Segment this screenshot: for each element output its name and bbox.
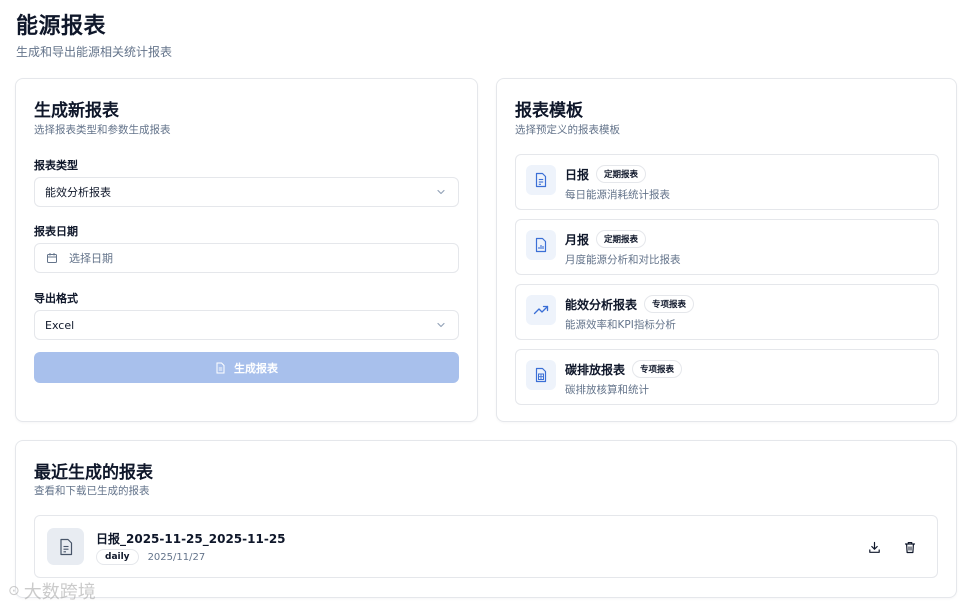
export-format-label: 导出格式: [34, 292, 78, 305]
report-type-label: 报表类型: [34, 159, 78, 172]
templates-card-description: 选择预定义的报表模板: [515, 124, 620, 136]
file-chart-icon: [526, 230, 556, 260]
report-frequency-badge: daily: [96, 549, 139, 565]
file-text-icon: [526, 165, 556, 195]
file-icon: [215, 362, 226, 374]
page-title: 能源报表: [16, 14, 107, 39]
generate-report-button[interactable]: 生成报表: [34, 352, 459, 383]
generate-report-button-label: 生成报表: [234, 362, 278, 375]
template-badge: 定期报表: [596, 165, 647, 183]
template-name: 能效分析报表: [565, 297, 638, 312]
template-name: 日报: [565, 167, 590, 182]
generate-report-card: 生成新报表 选择报表类型和参数生成报表 报表类型 能效分析报表 报表日期 选择日…: [15, 78, 478, 422]
template-badge: 专项报表: [632, 360, 683, 378]
recent-reports-card: 最近生成的报表 查看和下载已生成的报表 日报_2025-11-25_2025-1…: [15, 440, 957, 598]
recent-report-name: 日报_2025-11-25_2025-11-25: [96, 532, 286, 546]
recent-card-description: 查看和下载已生成的报表: [34, 485, 150, 497]
chevron-down-icon: [434, 318, 448, 332]
download-icon[interactable]: [865, 538, 883, 556]
watermark-logo-icon: ⊙: [8, 583, 20, 599]
template-item-efficiency[interactable]: 能效分析报表 专项报表 能源效率和KPI指标分析: [515, 284, 939, 340]
export-format-value: Excel: [45, 318, 75, 332]
template-name: 月报: [565, 232, 590, 247]
recent-report-row[interactable]: 日报_2025-11-25_2025-11-25 daily 2025/11/2…: [34, 515, 938, 578]
calendar-icon: [45, 251, 59, 265]
report-type-select[interactable]: 能效分析报表: [34, 177, 459, 207]
page-subtitle: 生成和导出能源相关统计报表: [16, 45, 173, 59]
template-item-daily[interactable]: 日报 定期报表 每日能源消耗统计报表: [515, 154, 939, 210]
generate-card-description: 选择报表类型和参数生成报表: [34, 124, 171, 136]
trending-up-icon: [526, 295, 556, 325]
report-date: 2025/11/27: [147, 551, 206, 563]
file-spreadsheet-icon: [526, 360, 556, 390]
export-format-select[interactable]: Excel: [34, 310, 459, 340]
template-item-monthly[interactable]: 月报 定期报表 月度能源分析和对比报表: [515, 219, 939, 275]
template-description: 碳排放核算和统计: [565, 384, 649, 396]
report-date-label: 报表日期: [34, 225, 78, 238]
watermark: ⊙ 大数跨境: [8, 578, 96, 604]
watermark-text: 大数跨境: [23, 582, 96, 603]
generate-card-title: 生成新报表: [34, 101, 119, 121]
chevron-down-icon: [434, 185, 448, 199]
templates-card-title: 报表模板: [515, 101, 583, 121]
report-date-placeholder: 选择日期: [69, 252, 113, 265]
template-badge: 专项报表: [644, 295, 695, 313]
template-description: 月度能源分析和对比报表: [565, 254, 681, 266]
template-badge: 定期报表: [596, 230, 647, 248]
report-type-value: 能效分析报表: [45, 186, 111, 199]
file-text-icon: [47, 528, 84, 565]
template-description: 每日能源消耗统计报表: [565, 189, 670, 201]
report-date-picker[interactable]: 选择日期: [34, 243, 459, 273]
recent-card-title: 最近生成的报表: [34, 463, 153, 483]
template-description: 能源效率和KPI指标分析: [565, 319, 676, 331]
template-item-carbon[interactable]: 碳排放报表 专项报表 碳排放核算和统计: [515, 349, 939, 405]
report-templates-card: 报表模板 选择预定义的报表模板 日报 定期报表 每日能源消耗统计报表 月报 定期报表…: [496, 78, 957, 422]
trash-icon[interactable]: [901, 538, 919, 556]
template-name: 碳排放报表: [565, 362, 626, 377]
